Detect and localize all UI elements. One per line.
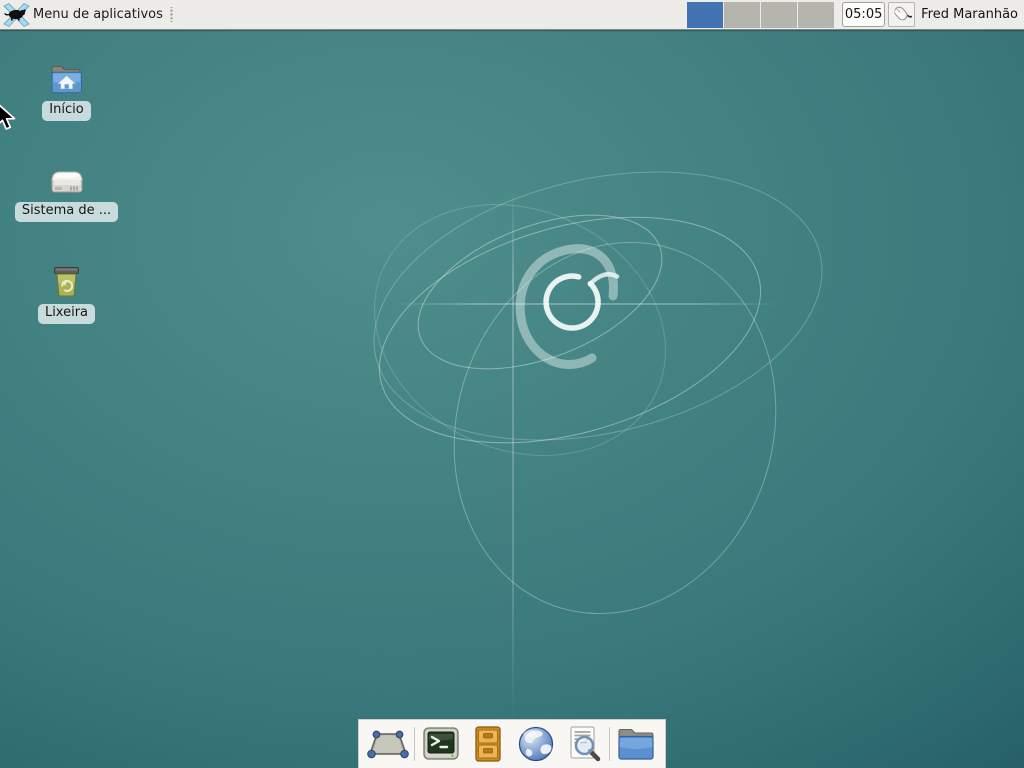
desktop-icon-filesystem[interactable]: Sistema de ...	[18, 162, 115, 222]
applications-menu-label: Menu de aplicativos	[33, 7, 163, 22]
mouse-pointer-cursor	[0, 102, 21, 132]
desktop-icon-label[interactable]: Início	[42, 101, 90, 121]
xfce-logo-icon	[3, 3, 30, 27]
file-manager-launcher[interactable]	[615, 722, 657, 766]
desktop-icon-trash[interactable]: Lixeira	[18, 264, 115, 324]
terminal-icon	[421, 724, 461, 764]
trash-can-icon	[50, 264, 83, 298]
show-desktop-icon	[367, 728, 409, 761]
desktop-screen: Menu de aplicativos 05:05 Fred Maranhão	[0, 0, 1024, 768]
web-browser-globe-icon	[516, 724, 556, 764]
panel-right-area: 05:05 Fred Maranhão	[686, 0, 1024, 29]
top-panel: Menu de aplicativos 05:05 Fred Maranhão	[0, 0, 1024, 30]
user-actions-button[interactable]	[888, 2, 915, 27]
debian-swirl-wallpaper	[0, 0, 1024, 768]
dock-separator	[609, 727, 610, 761]
panel-grip-handle[interactable]	[168, 7, 175, 22]
terminal-launcher[interactable]	[420, 722, 462, 766]
workspace-1[interactable]	[687, 2, 723, 28]
folder-icon	[615, 726, 657, 762]
bottom-dock-panel	[358, 719, 666, 768]
mouse-device-icon	[891, 4, 912, 25]
applications-menu-button[interactable]: Menu de aplicativos	[0, 0, 179, 29]
workspace-4[interactable]	[798, 2, 834, 28]
workspace-3[interactable]	[761, 2, 797, 28]
workspace-switcher	[686, 2, 834, 28]
filesystem-drive-icon	[49, 168, 85, 196]
panel-clock[interactable]: 05:05	[842, 2, 885, 27]
file-cabinet-icon	[470, 724, 506, 764]
web-browser-launcher[interactable]	[515, 722, 557, 766]
desktop-icon-home[interactable]: Início	[18, 61, 115, 121]
file-cabinet-launcher[interactable]	[467, 722, 509, 766]
application-finder-launcher[interactable]	[562, 722, 604, 766]
desktop-icon-label[interactable]: Lixeira	[38, 304, 95, 324]
dock-separator	[414, 727, 415, 761]
desktop-icon-label[interactable]: Sistema de ...	[15, 202, 118, 222]
workspace-2[interactable]	[724, 2, 760, 28]
home-folder-icon	[49, 64, 84, 95]
logged-in-user-label[interactable]: Fred Maranhão	[917, 7, 1024, 22]
document-search-icon	[563, 724, 603, 764]
show-desktop-button[interactable]	[367, 722, 409, 766]
